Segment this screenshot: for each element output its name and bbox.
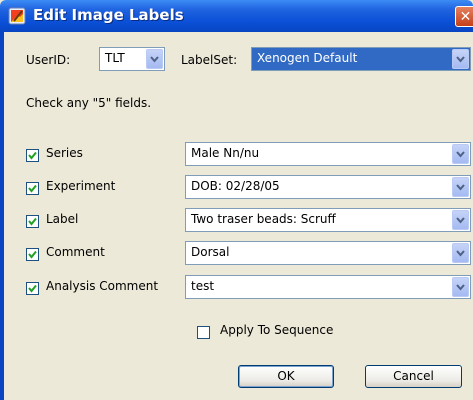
ok-button[interactable]: OK bbox=[238, 365, 334, 388]
chevron-down-icon bbox=[456, 151, 465, 158]
userid-select[interactable]: TLT bbox=[99, 47, 165, 71]
comment-label: Comment bbox=[46, 245, 105, 259]
checkmark-icon bbox=[28, 184, 37, 193]
analysis-comment-select[interactable]: test bbox=[185, 275, 471, 299]
instruction-text: Check any "5" fields. bbox=[26, 96, 152, 110]
comment-select[interactable]: Dorsal bbox=[185, 241, 471, 265]
chevron-down-icon bbox=[456, 56, 465, 63]
close-button[interactable]: ✕ bbox=[455, 6, 473, 27]
experiment-label: Experiment bbox=[46, 179, 116, 193]
series-value: Male Nn/nu bbox=[191, 146, 260, 160]
close-icon: ✕ bbox=[459, 9, 472, 25]
experiment-select[interactable]: DOB: 02/28/05 bbox=[185, 175, 471, 199]
label-checkbox[interactable] bbox=[26, 215, 39, 228]
series-dropdown-button[interactable] bbox=[452, 144, 469, 164]
chevron-down-icon bbox=[456, 250, 465, 257]
series-label: Series bbox=[46, 146, 83, 160]
userid-value: TLT bbox=[105, 51, 125, 65]
apply-sequence-checkbox[interactable] bbox=[197, 326, 210, 339]
edit-image-icon bbox=[8, 7, 26, 25]
label-field-label: Label bbox=[46, 212, 79, 226]
chevron-down-icon bbox=[456, 284, 465, 291]
experiment-checkbox[interactable] bbox=[26, 182, 39, 195]
analysis-comment-label: Analysis Comment bbox=[46, 279, 159, 293]
comment-value: Dorsal bbox=[191, 245, 230, 259]
chevron-down-icon bbox=[456, 217, 465, 224]
labelset-label: LabelSet: bbox=[181, 53, 238, 67]
analysis-comment-checkbox[interactable] bbox=[26, 282, 39, 295]
window-title: Edit Image Labels bbox=[33, 6, 184, 24]
window-frame bbox=[0, 32, 4, 400]
analysis-comment-dropdown-button[interactable] bbox=[452, 277, 469, 297]
chevron-down-icon bbox=[150, 56, 159, 63]
apply-sequence-label: Apply To Sequence bbox=[220, 323, 334, 337]
series-select[interactable]: Male Nn/nu bbox=[185, 142, 471, 166]
comment-dropdown-button[interactable] bbox=[452, 243, 469, 263]
label-select[interactable]: Two traser beads: Scruff bbox=[185, 208, 471, 232]
label-dropdown-button[interactable] bbox=[452, 210, 469, 230]
checkmark-icon bbox=[28, 151, 37, 160]
checkmark-icon bbox=[28, 250, 37, 259]
experiment-dropdown-button[interactable] bbox=[452, 177, 469, 197]
analysis-comment-value: test bbox=[191, 279, 215, 293]
labelset-select[interactable]: Xenogen Default bbox=[251, 47, 471, 71]
title-bar[interactable]: Edit Image Labels ✕ bbox=[0, 0, 473, 32]
label-value: Two traser beads: Scruff bbox=[191, 212, 336, 226]
checkmark-icon bbox=[28, 284, 37, 293]
userid-dropdown-button[interactable] bbox=[146, 49, 163, 69]
cancel-button[interactable]: Cancel bbox=[365, 365, 462, 388]
series-checkbox[interactable] bbox=[26, 149, 39, 162]
labelset-dropdown-button[interactable] bbox=[452, 49, 469, 69]
comment-checkbox[interactable] bbox=[26, 248, 39, 261]
userid-label: UserID: bbox=[26, 53, 71, 67]
chevron-down-icon bbox=[456, 184, 465, 191]
labelset-value: Xenogen Default bbox=[257, 51, 358, 65]
experiment-value: DOB: 02/28/05 bbox=[191, 179, 280, 193]
checkmark-icon bbox=[28, 217, 37, 226]
